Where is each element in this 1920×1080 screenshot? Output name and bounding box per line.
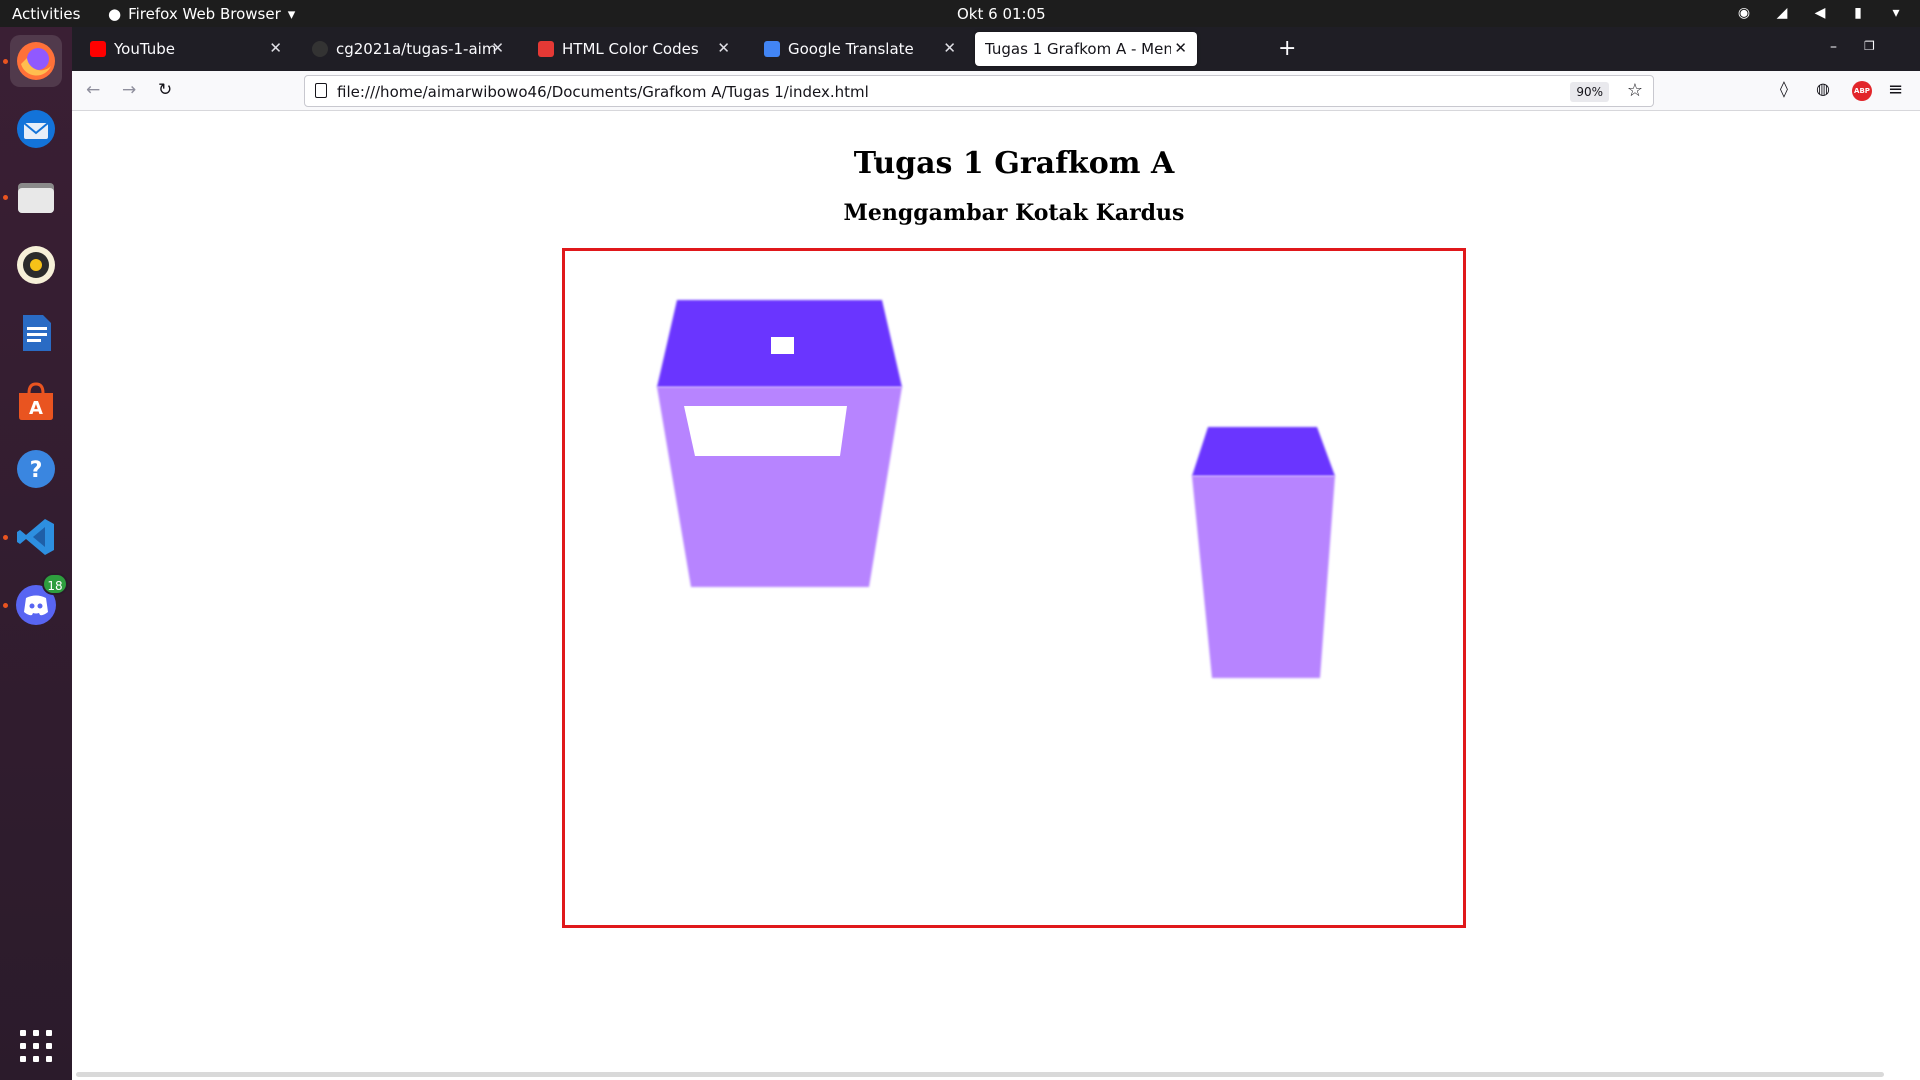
- hamburger-menu-icon[interactable]: ≡: [1888, 79, 1903, 100]
- power-menu-icon[interactable]: ▾: [1886, 3, 1906, 23]
- close-icon[interactable]: ✕: [1174, 39, 1187, 57]
- page-title: Tugas 1 Grafkom A: [853, 146, 1175, 181]
- url-bar[interactable]: file:///home/aimarwibowo46/Documents/Gra…: [304, 75, 1654, 107]
- tab-title: Tugas 1 Grafkom A - Mengga: [985, 40, 1171, 58]
- box2-front-face: [1192, 476, 1335, 678]
- tab-title: Google Translate: [788, 40, 914, 58]
- dock-writer[interactable]: [10, 307, 62, 359]
- new-tab-button[interactable]: +: [1278, 36, 1296, 61]
- dock-help[interactable]: ?: [10, 443, 62, 495]
- tab-title: HTML Color Codes: [562, 40, 699, 58]
- tab-youtube[interactable]: YouTube ✕: [78, 32, 292, 66]
- app-menu-label: Firefox Web Browser: [128, 5, 281, 23]
- dock: A ? 18: [0, 27, 72, 1080]
- dock-running-indicator: [3, 59, 8, 64]
- files-icon: [18, 183, 54, 213]
- page-subtitle: Menggambar Kotak Kardus: [843, 200, 1185, 226]
- software-center-icon: A: [19, 382, 53, 420]
- canvas-drawing: [657, 300, 1335, 678]
- box2-top-face: [1192, 427, 1335, 476]
- htmlcolorcodes-icon: [538, 41, 554, 57]
- firefox-icon: [17, 42, 55, 80]
- dock-thunderbird[interactable]: [10, 103, 62, 155]
- dock-vscode[interactable]: [10, 511, 62, 563]
- dock-files[interactable]: [10, 171, 62, 223]
- navigation-toolbar: ← → ↻ file:///home/aimarwibowo46/Documen…: [72, 71, 1920, 111]
- svg-text:?: ?: [30, 458, 43, 483]
- help-icon: ?: [17, 450, 55, 488]
- chevron-down-icon: ▾: [287, 5, 296, 23]
- firefox-small-icon: ●: [108, 5, 122, 23]
- page-icon: [315, 83, 327, 98]
- close-icon[interactable]: ✕: [943, 39, 956, 57]
- github-icon: [312, 41, 328, 57]
- system-top-bar: Activities ● Firefox Web Browser ▾ Okt 6…: [0, 0, 1920, 27]
- clock[interactable]: Okt 6 01:05: [957, 5, 1046, 23]
- globe-extension-icon[interactable]: ◍: [1816, 79, 1830, 98]
- box1-top-slot: [771, 337, 794, 354]
- show-applications-icon[interactable]: [20, 1030, 52, 1062]
- restore-button[interactable]: ❐: [1864, 39, 1875, 53]
- dock-software[interactable]: A: [10, 375, 62, 427]
- forward-button[interactable]: →: [122, 80, 136, 100]
- youtube-icon: [90, 41, 106, 57]
- webgl-canvas[interactable]: [562, 248, 1466, 928]
- url-text[interactable]: file:///home/aimarwibowo46/Documents/Gra…: [337, 83, 869, 101]
- dock-firefox[interactable]: [10, 35, 62, 87]
- close-icon[interactable]: ✕: [717, 39, 730, 57]
- minimize-button[interactable]: –: [1830, 39, 1837, 55]
- app-menu[interactable]: ● Firefox Web Browser ▾: [108, 5, 295, 23]
- tab-google-translate[interactable]: Google Translate ✕: [752, 32, 966, 66]
- svg-text:A: A: [29, 398, 43, 419]
- tab-github[interactable]: cg2021a/tugas-1-aimarw ✕: [300, 32, 514, 66]
- pocket-icon[interactable]: ◊: [1780, 79, 1788, 98]
- dock-discord[interactable]: 18: [10, 573, 68, 631]
- translate-icon: [764, 41, 780, 57]
- dock-running-indicator: [3, 195, 8, 200]
- discord-badge: 18: [42, 573, 68, 595]
- tab-title: YouTube: [114, 40, 175, 58]
- bookmark-star-icon[interactable]: ☆: [1627, 80, 1643, 101]
- rhythmbox-icon: [17, 246, 55, 284]
- system-tray[interactable]: ◉ ◢ ◀ ▮ ▾: [1734, 3, 1906, 23]
- zoom-indicator[interactable]: 90%: [1570, 82, 1609, 102]
- wifi-icon[interactable]: ◢: [1772, 3, 1792, 23]
- reload-button[interactable]: ↻: [158, 80, 172, 100]
- tab-title: cg2021a/tugas-1-aimarw: [336, 40, 496, 58]
- discord-tray-icon[interactable]: ◉: [1734, 3, 1754, 23]
- horizontal-scrollbar[interactable]: [76, 1072, 1884, 1077]
- thunderbird-icon: [17, 110, 55, 148]
- close-icon[interactable]: ✕: [491, 39, 504, 57]
- close-icon[interactable]: ✕: [269, 39, 282, 57]
- box1-front-window: [684, 406, 847, 456]
- battery-icon[interactable]: ▮: [1848, 3, 1868, 23]
- dock-rhythmbox[interactable]: [10, 239, 62, 291]
- dock-running-indicator: [3, 603, 8, 608]
- adblock-plus-icon[interactable]: ABP: [1852, 81, 1872, 101]
- writer-icon: [23, 315, 51, 351]
- back-button[interactable]: ←: [86, 80, 100, 100]
- volume-icon[interactable]: ◀: [1810, 3, 1830, 23]
- dock-running-indicator: [3, 535, 8, 540]
- tab-tugas-1-active[interactable]: Tugas 1 Grafkom A - Mengga ✕: [975, 32, 1197, 66]
- page-content: Tugas 1 Grafkom A Menggambar Kotak Kardu…: [72, 112, 1920, 1080]
- tab-html-color-codes[interactable]: HTML Color Codes ✕: [526, 32, 740, 66]
- vscode-icon: [17, 519, 54, 555]
- tab-strip: YouTube ✕ cg2021a/tugas-1-aimarw ✕ HTML …: [72, 27, 1920, 71]
- activities-button[interactable]: Activities: [12, 5, 80, 23]
